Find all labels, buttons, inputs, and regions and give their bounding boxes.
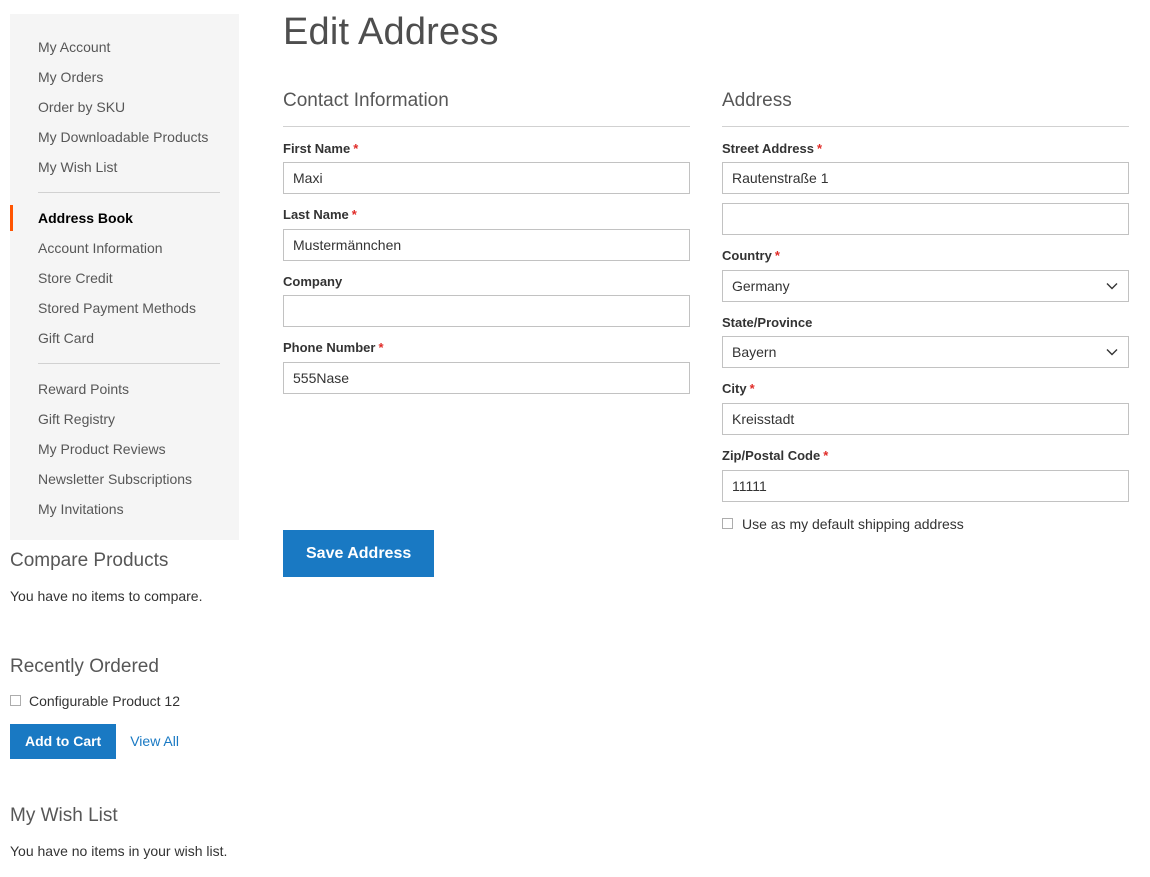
contact-information-section: Contact Information First Name* Last Nam…	[283, 90, 690, 407]
first-name-input[interactable]	[283, 162, 690, 195]
sidebar-item-my-product-reviews[interactable]: My Product Reviews	[10, 434, 239, 464]
page-title: Edit Address	[283, 11, 499, 53]
nav-divider	[38, 363, 220, 364]
phone-number-label-text: Phone Number	[283, 340, 376, 356]
nav-divider	[38, 192, 220, 193]
sidebar-item-gift-registry[interactable]: Gift Registry	[10, 404, 239, 434]
company-label-text: Company	[283, 273, 343, 289]
phone-number-input[interactable]	[283, 361, 690, 394]
default-shipping-row[interactable]: Use as my default shipping address	[722, 516, 1129, 532]
field-street-address: Street Address *	[722, 141, 1129, 195]
wish-list-block: My Wish List You have no items in your w…	[10, 805, 242, 861]
sidebar-item-newsletter-subscriptions[interactable]: Newsletter Subscriptions	[10, 464, 239, 494]
recently-ordered-block: Recently Ordered Configurable Product 12…	[10, 656, 242, 759]
checkbox-icon[interactable]	[722, 518, 733, 530]
wish-list-title: My Wish List	[10, 805, 118, 826]
default-shipping-label: Use as my default shipping address	[742, 515, 964, 532]
field-zip-postal-code: Zip/Postal Code *	[722, 448, 1129, 502]
city-label-text: City	[722, 381, 747, 397]
field-state-province: State/Province	[722, 315, 1129, 369]
required-marker: *	[823, 447, 829, 463]
street-address-line2-input[interactable]	[722, 203, 1129, 236]
contact-information-legend: Contact Information	[283, 89, 449, 111]
list-item[interactable]: Configurable Product 12	[10, 693, 242, 709]
zip-postal-code-label-text: Zip/Postal Code	[722, 447, 821, 463]
last-name-input[interactable]	[283, 228, 690, 261]
recently-ordered-actions: Add to Cart View All	[10, 723, 242, 759]
field-phone-number: Phone Number *	[283, 340, 690, 394]
state-province-label: State/Province	[722, 315, 1129, 331]
checkbox-icon[interactable]	[10, 695, 21, 707]
first-name-label-text: First Name	[283, 140, 351, 156]
street-address-label: Street Address *	[722, 141, 1129, 157]
add-to-cart-button[interactable]: Add to Cart	[10, 723, 117, 759]
compare-products-title: Compare Products	[10, 550, 169, 571]
sidebar-item-gift-card[interactable]: Gift Card	[10, 323, 239, 353]
state-province-label-text: State/Province	[722, 314, 813, 330]
field-first-name: First Name *	[283, 141, 690, 195]
required-marker: *	[378, 340, 384, 356]
section-divider	[722, 125, 1129, 127]
phone-number-label: Phone Number *	[283, 340, 690, 356]
zip-postal-code-label: Zip/Postal Code *	[722, 448, 1129, 464]
sidebar-item-order-by-sku[interactable]: Order by SKU	[10, 92, 239, 122]
sidebar-item-store-credit[interactable]: Store Credit	[10, 263, 239, 293]
sidebar-item-address-book[interactable]: Address Book	[10, 203, 239, 233]
account-sidebar-nav: My Account My Orders Order by SKU My Downlo…	[10, 14, 239, 540]
required-marker: *	[353, 140, 359, 156]
section-divider	[283, 125, 690, 127]
state-province-select[interactable]	[722, 336, 1129, 369]
city-label: City *	[722, 381, 1129, 397]
recently-ordered-title: Recently Ordered	[10, 656, 159, 677]
field-country: Country *	[722, 248, 1129, 302]
sidebar-item-stored-payment-methods[interactable]: Stored Payment Methods	[10, 293, 239, 323]
country-label: Country *	[722, 248, 1129, 264]
form-actions: Save Address	[283, 529, 435, 578]
sidebar-item-my-downloadable-products[interactable]: My Downloadable Products	[10, 122, 239, 152]
street-address-label-text: Street Address	[722, 140, 814, 156]
wish-list-empty-text: You have no items in your wish list.	[10, 842, 228, 859]
sidebar-item-account-information[interactable]: Account Information	[10, 233, 239, 263]
required-marker: *	[774, 248, 780, 264]
compare-products-empty-text: You have no items to compare.	[10, 587, 203, 604]
field-company: Company	[283, 274, 690, 328]
last-name-label: Last Name *	[283, 207, 690, 223]
zip-postal-code-input[interactable]	[722, 469, 1129, 502]
first-name-label: First Name *	[283, 141, 690, 157]
sidebar-item-my-orders[interactable]: My Orders	[10, 62, 239, 92]
country-select-wrapper[interactable]	[722, 269, 1129, 302]
sidebar-item-my-wish-list[interactable]: My Wish List	[10, 152, 239, 182]
last-name-label-text: Last Name	[283, 207, 349, 223]
address-section: Address Street Address* Country*	[722, 90, 1129, 532]
sidebar-item-my-invitations[interactable]: My Invitations	[10, 494, 239, 524]
save-address-button[interactable]: Save Address	[283, 529, 435, 578]
required-marker: *	[817, 140, 823, 156]
address-legend: Address	[722, 89, 792, 111]
field-last-name: Last Name *	[283, 207, 690, 261]
state-province-select-wrapper[interactable]	[722, 336, 1129, 369]
account-nav-list: My Account My Orders Order by SKU My Downlo…	[10, 32, 239, 524]
company-input[interactable]	[283, 295, 690, 328]
city-input[interactable]	[722, 402, 1129, 435]
required-marker: *	[351, 207, 357, 223]
street-address-line1-input[interactable]	[722, 162, 1129, 195]
country-select[interactable]	[722, 269, 1129, 302]
required-marker: *	[749, 381, 755, 397]
country-label-text: Country	[722, 248, 772, 264]
field-street-address-line2	[722, 203, 1129, 236]
field-city: City *	[722, 381, 1129, 435]
company-label: Company	[283, 274, 690, 290]
sidebar-item-reward-points[interactable]: Reward Points	[10, 374, 239, 404]
compare-products-block: Compare Products You have no items to co…	[10, 550, 242, 606]
sidebar-item-my-account[interactable]: My Account	[10, 32, 239, 62]
recently-ordered-item-label: Configurable Product 12	[29, 692, 180, 709]
main-content: Edit Address Contact Information First N…	[283, 11, 1130, 578]
view-all-link[interactable]: View All	[130, 733, 179, 749]
